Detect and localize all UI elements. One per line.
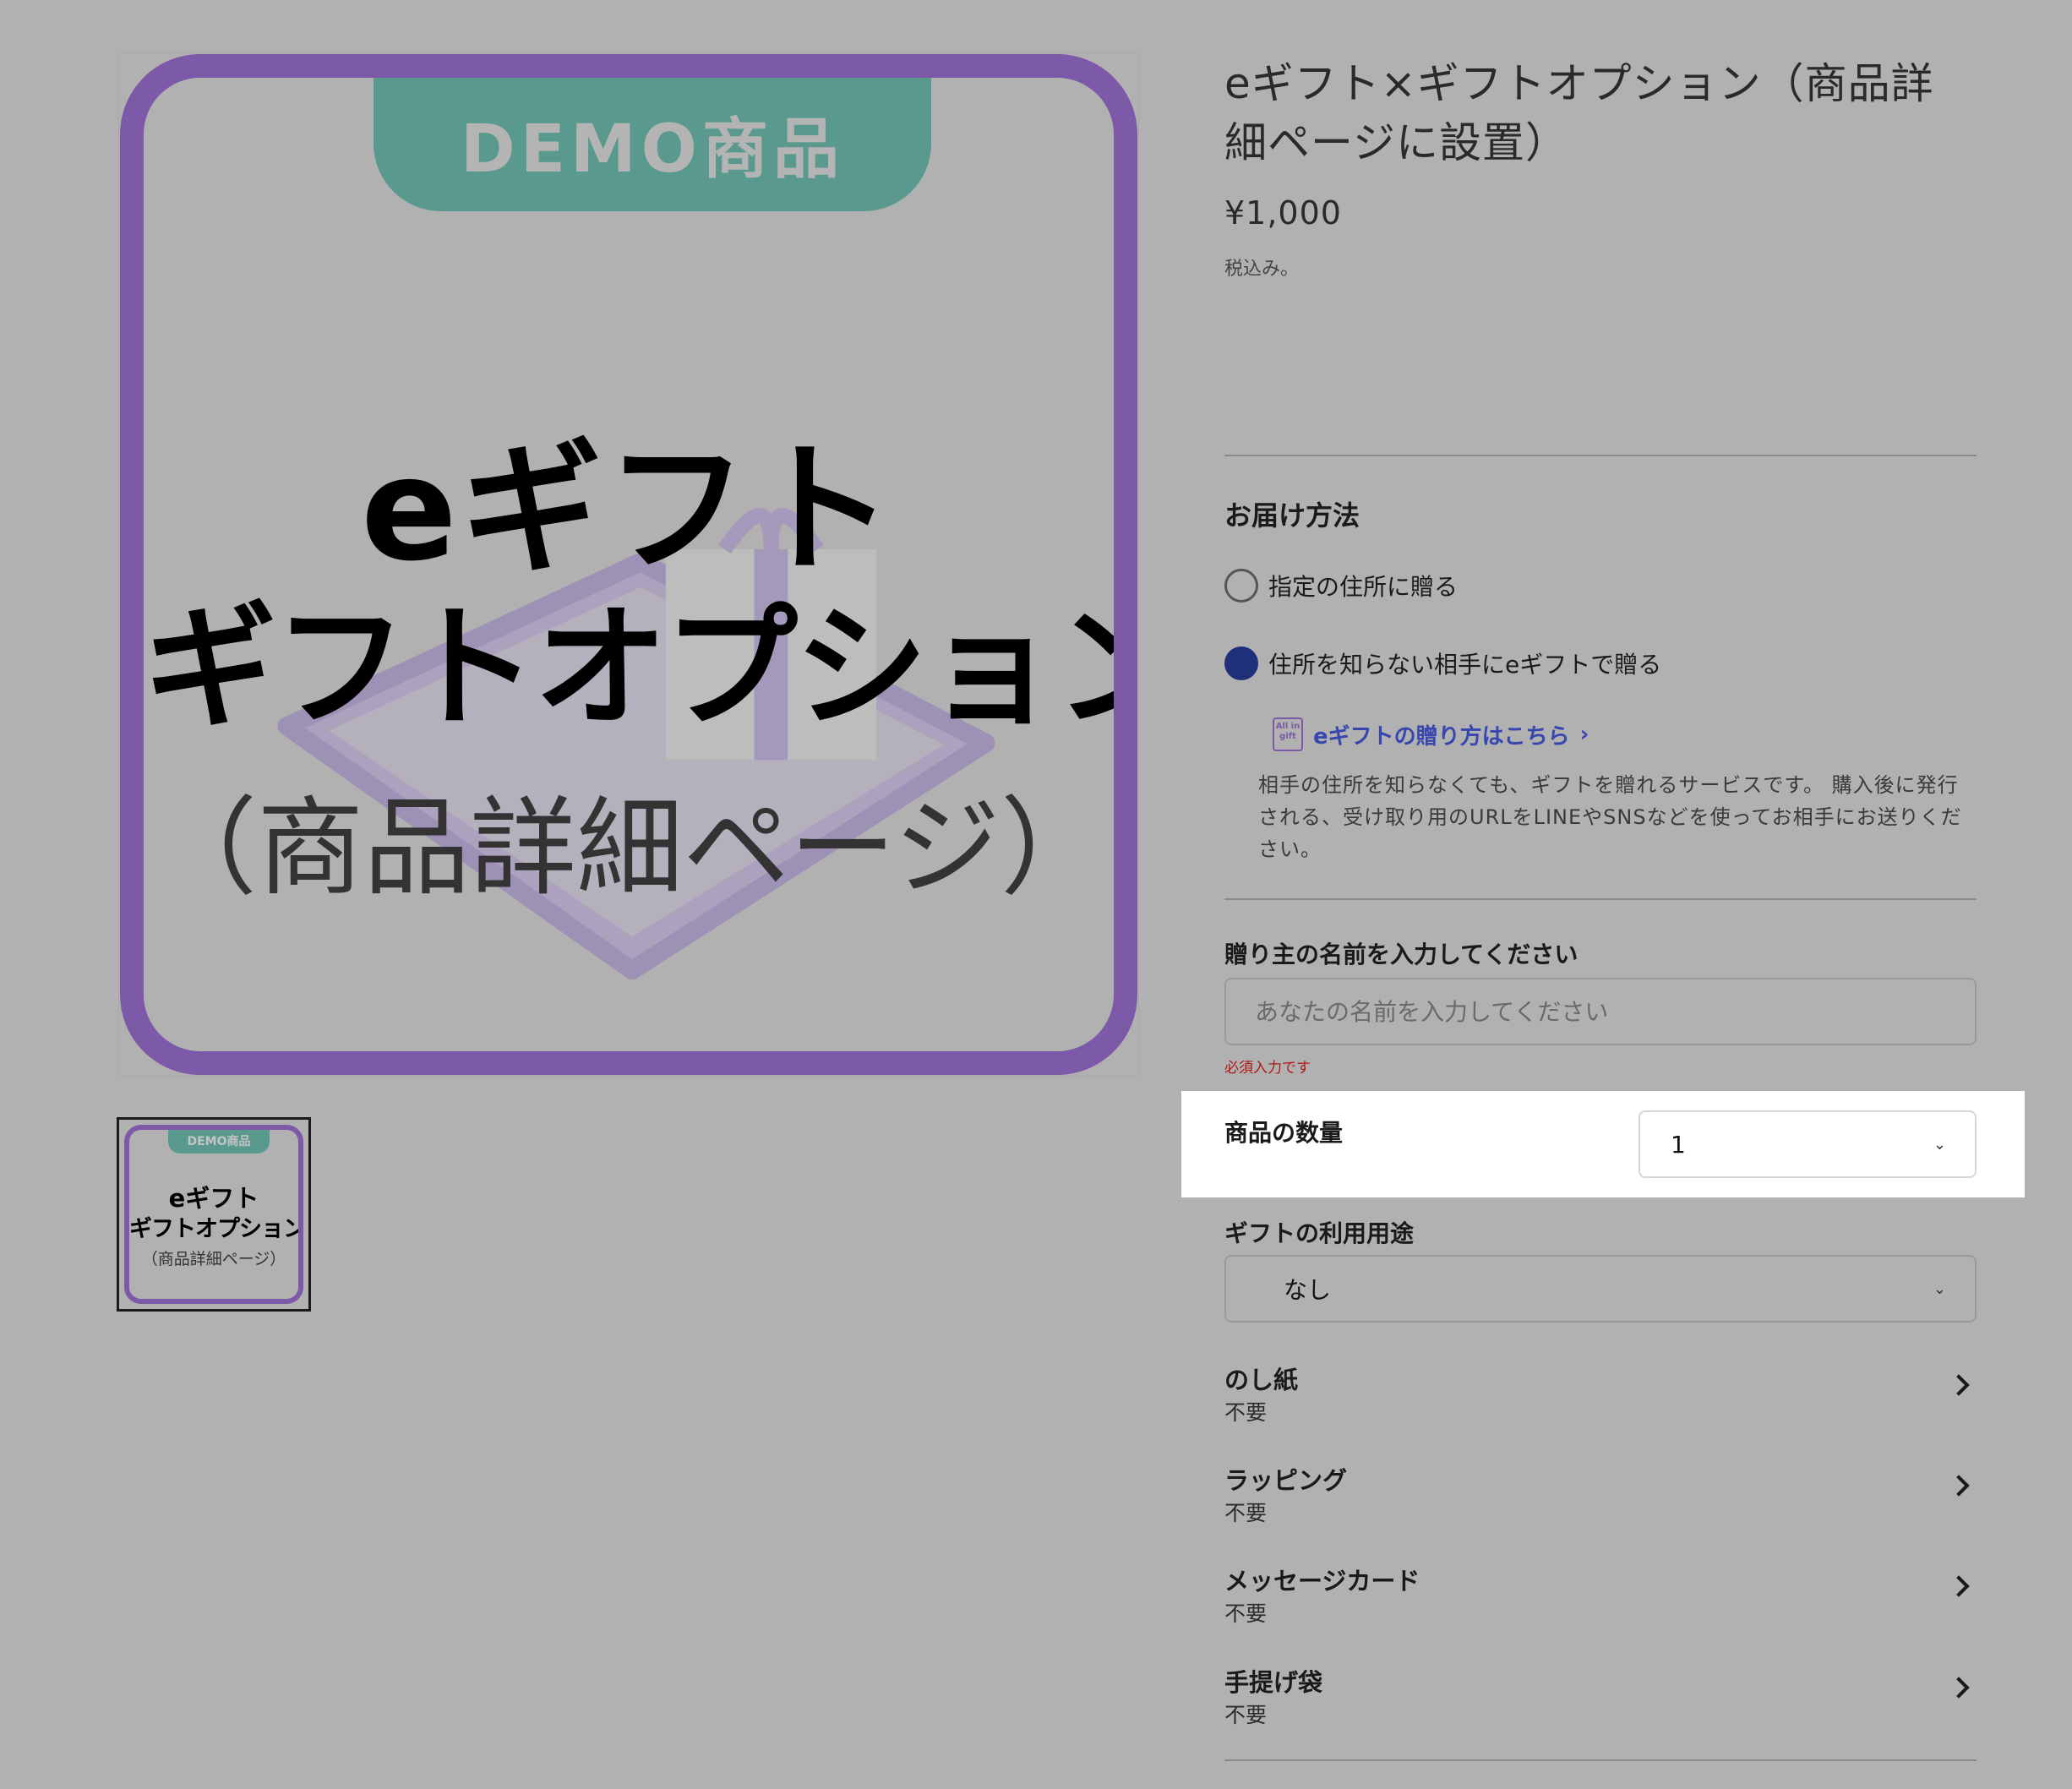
radio-address-label[interactable]: 指定の住所に贈る (1268, 569, 1458, 603)
delivery-heading: お届け方法 (1224, 499, 1360, 532)
option-title: ラッピング (1224, 1466, 1348, 1495)
chevron-down-icon: ⌄ (1933, 1135, 1946, 1154)
product-thumbnail[interactable]: DEMO商品 eギフト ギフトオプション （商品詳細ページ） (117, 1117, 311, 1312)
egift-howto-link[interactable]: All in gift eギフトの贈り方はこちら › (1273, 717, 1589, 751)
chevron-right-icon[interactable] (1948, 1475, 1970, 1497)
option-value: 不要 (1224, 1501, 1268, 1525)
thumbnail-frame: DEMO商品 eギフト ギフトオプション （商品詳細ページ） (124, 1125, 303, 1304)
image-title-line3: （商品詳細ページ） (150, 786, 1107, 910)
option-value: 不要 (1224, 1400, 1268, 1425)
option-row-wrapping[interactable]: ラッピング 不要 (1224, 1461, 1977, 1537)
radio-address-option[interactable]: 指定の住所に贈る (1224, 569, 1977, 603)
radio-egift-label[interactable]: 住所を知らない相手にeギフトで贈る (1268, 646, 1661, 680)
divider (1224, 898, 1977, 900)
chevron-right-icon[interactable] (1948, 1677, 1970, 1699)
chevron-right-icon[interactable] (1948, 1575, 1970, 1597)
required-error: 必須入力です (1224, 1060, 1311, 1077)
gift-use-select[interactable]: なし ⌄ (1224, 1255, 1977, 1323)
demo-badge-text: DEMO商品 (461, 112, 844, 188)
thumbnail-line2: ギフトオプション (129, 1216, 303, 1242)
chevron-right-icon: › (1579, 722, 1589, 747)
quantity-value: 1 (1671, 1130, 1686, 1159)
divider (1224, 1759, 1977, 1761)
radio-unselected-icon[interactable] (1224, 569, 1258, 603)
product-title-line2: 細ページに設置） (1224, 118, 1568, 167)
quantity-label: 商品の数量 (1224, 1119, 1344, 1147)
product-title-line1: eギフト×ギフトオプション（商品詳 (1224, 59, 1934, 108)
image-frame: DEMO商品 eギフト ギフトオプション （商品詳細ページ） (120, 54, 1137, 1075)
option-title: のし紙 (1224, 1366, 1299, 1394)
option-row-message-card[interactable]: メッセージカード 不要 (1224, 1562, 1977, 1638)
quantity-select[interactable]: 1 ⌄ (1639, 1110, 1977, 1178)
option-value: 不要 (1224, 1601, 1268, 1626)
option-title: メッセージカード (1224, 1567, 1420, 1595)
tax-note: 税込み。 (1224, 259, 1300, 280)
thumbnail-line3: （商品詳細ページ） (141, 1250, 286, 1268)
egift-link-label[interactable]: eギフトの贈り方はこちら (1313, 719, 1570, 750)
main-product-image[interactable]: DEMO商品 eギフト ギフトオプション （商品詳細ページ） (118, 52, 1139, 1077)
radio-egift-option[interactable]: 住所を知らない相手にeギフトで贈る (1224, 646, 1977, 680)
quantity-panel: 商品の数量 1 ⌄ (1181, 1091, 2025, 1197)
thumbnail-demo-badge: DEMO商品 (168, 1130, 270, 1154)
image-title-line2: ギフトオプション (144, 591, 1137, 746)
chevron-right-icon[interactable] (1948, 1374, 1970, 1396)
thumbnail-line1: eギフト (168, 1184, 259, 1213)
all-in-gift-logo-icon: All in gift (1273, 717, 1303, 751)
option-row-paper-bag[interactable]: 手提げ袋 不要 (1224, 1663, 1977, 1739)
demo-badge: DEMO商品 (374, 78, 931, 211)
option-value: 不要 (1224, 1703, 1268, 1727)
gift-use-label: ギフトの利用用途 (1224, 1219, 1415, 1247)
product-title: eギフト×ギフトオプション（商品詳 細ページに設置） (1224, 54, 1977, 172)
product-price: ¥1,000 (1224, 194, 1342, 232)
sender-name-label: 贈り主の名前を入力してください (1224, 941, 1579, 968)
egift-description: 相手の住所を知らなくても、ギフトを贈れるサービスです。 購入後に発行される、受け… (1258, 773, 1962, 861)
chevron-down-icon: ⌄ (1933, 1279, 1946, 1298)
radio-selected-icon[interactable] (1224, 646, 1258, 680)
gift-use-value: なし (1284, 1276, 1332, 1304)
option-title: 手提げ袋 (1224, 1668, 1323, 1697)
sender-name-input[interactable] (1224, 978, 1977, 1045)
divider (1224, 455, 1977, 456)
option-row-noshi[interactable]: のし紙 不要 (1224, 1361, 1977, 1437)
